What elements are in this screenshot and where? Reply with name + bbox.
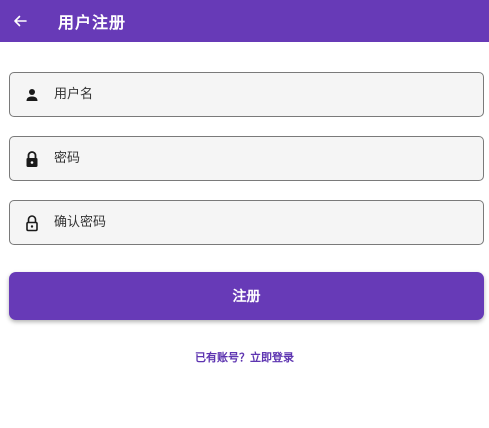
login-link[interactable]: 已有账号？立即登录 [0,349,489,365]
confirm-password-input[interactable] [54,207,454,238]
register-button[interactable]: 注册 [9,272,484,320]
password-field[interactable] [9,136,484,181]
page-title: 用户注册 [58,13,127,32]
confirm-password-field[interactable] [9,200,484,245]
person-icon [22,85,42,105]
arrow-left-icon [12,13,28,29]
lock-outline-icon [22,213,42,233]
app-bar: 用户注册 [0,0,489,42]
lock-filled-icon [22,149,42,169]
back-button[interactable] [1,0,39,42]
password-input[interactable] [54,143,454,174]
username-field[interactable] [9,72,484,117]
username-input[interactable] [54,79,454,110]
